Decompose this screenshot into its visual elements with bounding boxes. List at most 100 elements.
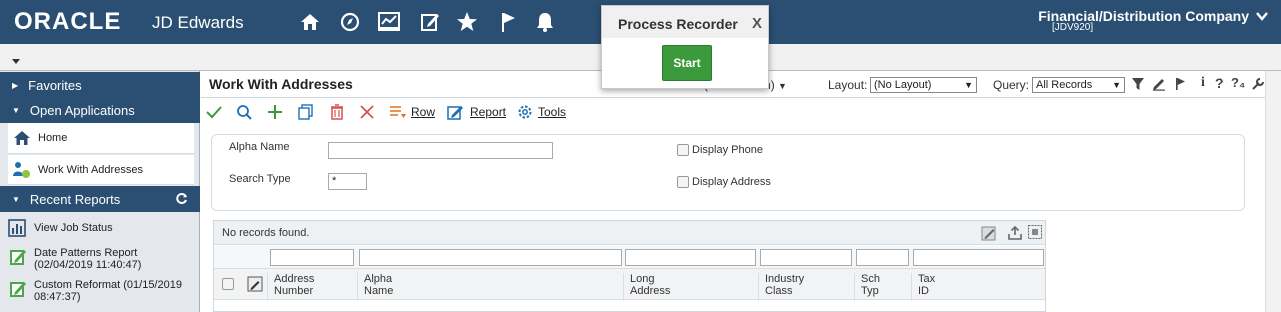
qbe-industry-class[interactable] bbox=[760, 249, 852, 266]
column-header[interactable]: Tax ID bbox=[911, 273, 935, 301]
search-type-label: Search Type bbox=[229, 173, 291, 185]
pencil-icon[interactable] bbox=[1152, 77, 1166, 94]
close-button[interactable]: X bbox=[752, 15, 762, 32]
people-icon bbox=[12, 160, 32, 180]
row-label: Row bbox=[411, 105, 436, 119]
report-text: Date Patterns Report (02/04/2019 11:40:4… bbox=[34, 247, 141, 271]
column-header[interactable]: Industry Class bbox=[758, 273, 804, 301]
report-view-job-status[interactable]: View Job Status bbox=[8, 219, 194, 239]
report-menu[interactable]: Report bbox=[446, 102, 506, 122]
qbe-alpha-name[interactable] bbox=[359, 249, 622, 266]
vertical-scrollbar[interactable] bbox=[1265, 71, 1281, 312]
column-title: Address bbox=[274, 273, 315, 285]
display-phone-checkbox[interactable] bbox=[677, 144, 689, 156]
qbe-tax-id[interactable] bbox=[913, 249, 1044, 266]
sidebar-open-applications[interactable]: ▼ Open Applications bbox=[0, 97, 200, 123]
tools-label: Tools bbox=[538, 105, 567, 119]
column-title: Industry bbox=[765, 273, 805, 285]
edit-grid-icon[interactable] bbox=[981, 225, 997, 244]
display-address-checkbox[interactable] bbox=[677, 176, 689, 188]
report-timestamp: (02/04/2019 11:40:47) bbox=[34, 259, 142, 271]
column-title: Tax bbox=[918, 273, 936, 285]
info-icon[interactable]: i bbox=[1201, 75, 1205, 91]
item-help-icon[interactable]: ?₄ bbox=[1231, 75, 1245, 90]
column-title: Typ bbox=[861, 285, 879, 297]
sidebar-favorites[interactable]: ▶ Favorites bbox=[0, 72, 200, 98]
search-criteria-panel: Alpha Name Search Type * Display Phone D… bbox=[211, 134, 1245, 211]
qbe-address-number[interactable] bbox=[270, 249, 354, 266]
layout-value: (No Layout) bbox=[874, 79, 932, 91]
column-title: Sch bbox=[861, 273, 880, 285]
layout-select[interactable]: (No Layout) ▼ bbox=[870, 77, 977, 93]
flag-icon[interactable] bbox=[496, 10, 520, 34]
expand-arrow-icon: ▶ bbox=[12, 80, 19, 90]
row-icon bbox=[388, 102, 408, 122]
display-phone-label: Display Phone bbox=[692, 144, 763, 156]
sidebar-recent-reports[interactable]: ▼ Recent Reports bbox=[0, 186, 200, 212]
copy-button[interactable] bbox=[296, 102, 316, 122]
edit-icon bbox=[8, 247, 28, 267]
oracle-logo: ORACLE bbox=[14, 8, 122, 35]
chart-icon[interactable] bbox=[377, 10, 401, 34]
maximize-grid-icon[interactable] bbox=[1027, 224, 1043, 243]
sidebar-item-work-with-addresses[interactable]: Work With Addresses bbox=[8, 155, 194, 185]
report-date-patterns[interactable]: Date Patterns Report (02/04/2019 11:40:4… bbox=[8, 247, 194, 271]
chevron-down-icon[interactable] bbox=[1256, 10, 1268, 24]
export-icon[interactable] bbox=[1007, 225, 1023, 244]
column-title: Long bbox=[630, 273, 655, 285]
row-menu[interactable]: Row bbox=[388, 102, 435, 122]
report-label: Date Patterns Report bbox=[34, 247, 138, 259]
compass-icon[interactable] bbox=[338, 10, 362, 34]
column-header[interactable]: Address Number bbox=[267, 273, 314, 301]
alpha-name-label: Alpha Name bbox=[229, 141, 290, 153]
column-header[interactable]: Sch Typ bbox=[854, 273, 880, 301]
search-type-input[interactable]: * bbox=[328, 173, 367, 190]
close-icon bbox=[357, 102, 377, 122]
sidebar-recent-reports-label: Recent Reports bbox=[29, 191, 121, 207]
plus-icon bbox=[265, 102, 285, 122]
sidebar-item-home[interactable]: Home bbox=[8, 123, 194, 154]
wrench-icon[interactable] bbox=[1251, 77, 1265, 94]
qbe-sch-typ[interactable] bbox=[856, 249, 909, 266]
add-button[interactable] bbox=[265, 102, 285, 122]
sidebar: ▶ Favorites ▼ Open Applications Home Wor… bbox=[0, 71, 200, 312]
help-icon[interactable]: ? bbox=[1215, 75, 1224, 91]
filter-icon[interactable] bbox=[1131, 77, 1145, 94]
star-icon[interactable] bbox=[455, 10, 479, 34]
start-button[interactable]: Start bbox=[662, 45, 712, 81]
chevron-down-icon: ▼ bbox=[964, 80, 973, 90]
display-address-label: Display Address bbox=[692, 176, 771, 188]
bell-icon[interactable] bbox=[533, 10, 557, 34]
flag-icon[interactable] bbox=[1174, 77, 1186, 94]
alpha-name-input[interactable] bbox=[328, 142, 553, 159]
close-button[interactable] bbox=[357, 102, 377, 122]
search-icon bbox=[234, 102, 254, 122]
grid-header-row: Address Number Alpha Name Long Address Indu… bbox=[214, 268, 1045, 301]
column-header[interactable]: Long Address bbox=[623, 273, 670, 301]
qbe-long-address[interactable] bbox=[625, 249, 756, 266]
sidebar-item-label: Home bbox=[38, 132, 68, 144]
process-recorder-popup: Process Recorder X Start bbox=[601, 5, 769, 89]
sidebar-open-applications-label: Open Applications bbox=[29, 102, 135, 118]
tools-menu[interactable]: Tools bbox=[515, 102, 566, 122]
column-title: Class bbox=[765, 285, 793, 297]
sidebar-item-label: Work With Addresses bbox=[38, 163, 143, 176]
menu-dropdown-icon[interactable] bbox=[12, 54, 20, 68]
ok-button[interactable] bbox=[204, 102, 224, 122]
edit-icon[interactable] bbox=[418, 10, 442, 34]
report-icon bbox=[446, 102, 466, 122]
query-select[interactable]: All Records ▼ bbox=[1032, 77, 1125, 93]
chevron-down-icon: ▼ bbox=[1112, 80, 1121, 90]
report-custom-reformat[interactable]: Custom Reformat (01/15/2019 08:47:37) bbox=[8, 279, 194, 303]
select-all-checkbox[interactable] bbox=[222, 278, 234, 290]
find-button[interactable] bbox=[234, 102, 254, 122]
chevron-down-icon: ▼ bbox=[778, 81, 787, 91]
delete-button[interactable] bbox=[327, 102, 347, 122]
row-edit-icon[interactable] bbox=[247, 276, 263, 295]
column-header[interactable]: Alpha Name bbox=[357, 273, 393, 301]
home-icon[interactable] bbox=[298, 10, 322, 34]
report-text: Custom Reformat (01/15/2019 08:47:37) bbox=[34, 279, 182, 303]
refresh-icon[interactable] bbox=[175, 192, 188, 208]
collapse-arrow-icon: ▼ bbox=[12, 194, 20, 204]
edit-icon bbox=[8, 279, 28, 299]
